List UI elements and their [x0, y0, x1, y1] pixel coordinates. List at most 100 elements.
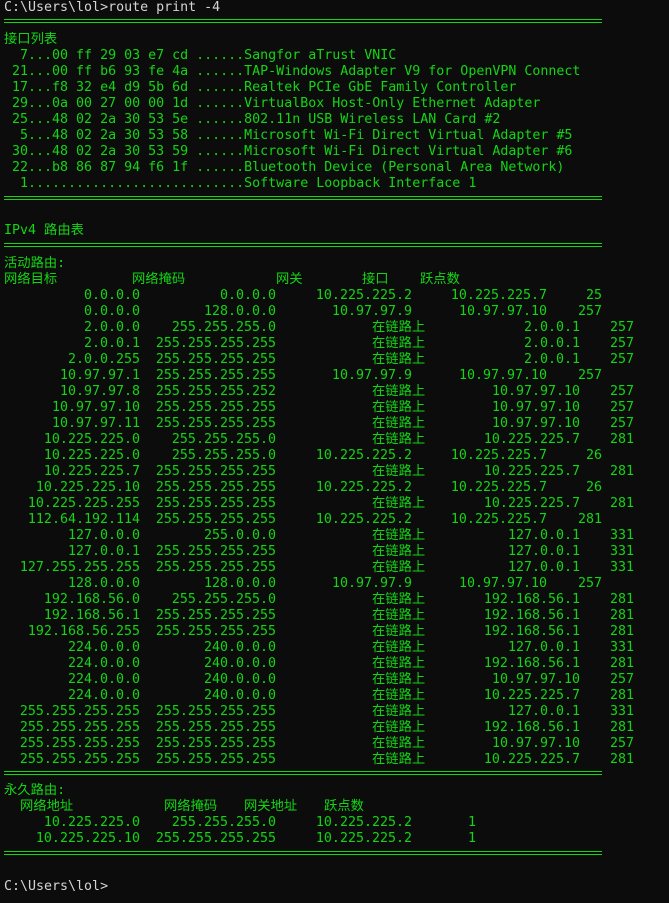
route-metric: 281: [609, 624, 634, 639]
route-destination: 2.0.0.0: [83, 320, 140, 335]
route-gateway: 在链路上: [372, 400, 426, 415]
route-gateway: 在链路上: [372, 752, 426, 767]
route-gateway: 在链路上: [372, 384, 426, 399]
route-destination: 255.255.255.255: [19, 720, 140, 735]
route-destination: 128.0.0.0: [67, 576, 140, 591]
route-gateway: 在链路上: [372, 416, 426, 431]
route-metric: 281: [609, 656, 634, 671]
route-netmask: 255.255.255.0: [171, 432, 276, 447]
route-row: 10.97.97.1 255.255.255.255 10.97.97.9 10.97…: [4, 368, 664, 384]
separator-line: [4, 851, 602, 855]
route-netmask: 255.255.255.0: [171, 448, 276, 463]
route-row: 127.0.0.1 255.255.255.255 在链路上 127.0.0.1 331: [4, 544, 664, 560]
header-interface: 接口: [362, 272, 389, 287]
route-interface: 10.225.225.7: [450, 448, 547, 463]
route-metric: 257: [609, 416, 634, 431]
route-row: 192.168.56.1 255.255.255.255 在链路上 192.168.5…: [4, 608, 664, 624]
route-netmask: 128.0.0.0: [203, 576, 276, 591]
route-netmask: 255.255.255.255: [155, 544, 276, 559]
header-metric: 跃点数: [420, 272, 460, 287]
route-netmask: 255.255.255.255: [155, 624, 276, 639]
persistent-gateway: 10.225.225.2: [315, 815, 412, 830]
route-destination: 224.0.0.0: [67, 656, 140, 671]
separator-line: [4, 771, 602, 775]
route-row: 127.0.0.0 255.0.0.0 在链路上 127.0.0.1 331: [4, 528, 664, 544]
route-gateway: 10.225.225.2: [315, 512, 412, 527]
route-interface: 10.225.225.7: [483, 496, 580, 511]
route-interface: 10.97.97.10: [491, 416, 580, 431]
persistent-network-address: 10.225.225.0: [43, 815, 140, 830]
terminal-window[interactable]: C:\Users\lol>route print -4 接口列表 7...00 …: [0, 0, 669, 903]
route-destination: 127.0.0.1: [67, 544, 140, 559]
route-netmask: 255.255.255.255: [155, 464, 276, 479]
route-destination: 255.255.255.255: [19, 752, 140, 767]
separator-line: [4, 243, 602, 247]
route-netmask: 255.255.255.255: [155, 336, 276, 351]
route-netmask: 255.255.255.255: [155, 368, 276, 383]
route-metric: 331: [609, 704, 634, 719]
final-prompt[interactable]: C:\Users\lol>: [4, 879, 108, 895]
interface-row: 17...f8 32 e4 d9 5b 6d ......Realtek PCI…: [4, 80, 517, 95]
route-netmask: 255.255.255.255: [155, 720, 276, 735]
route-metric: 257: [577, 304, 602, 319]
persistent-gateway: 10.225.225.2: [315, 831, 412, 846]
route-metric: 281: [609, 688, 634, 703]
route-gateway: 在链路上: [372, 528, 426, 543]
route-interface: 192.168.56.1: [483, 608, 580, 623]
persistent-route-row: 10.225.225.0 255.255.255.0 10.225.225.2 1: [4, 815, 664, 831]
route-metric: 281: [609, 608, 634, 623]
route-gateway: 在链路上: [372, 640, 426, 655]
route-interface: 2.0.0.1: [523, 336, 580, 351]
route-row: 192.168.56.0 255.255.255.0 在链路上 192.168.56.…: [4, 592, 664, 608]
route-interface: 10.97.97.10: [458, 576, 547, 591]
route-gateway: 10.97.97.9: [331, 304, 412, 319]
route-destination: 2.0.0.1: [83, 336, 140, 351]
route-metric: 281: [609, 592, 634, 607]
route-row: 255.255.255.255 255.255.255.255 在链路上 10.225…: [4, 752, 664, 768]
route-gateway: 在链路上: [372, 672, 426, 687]
route-destination: 0.0.0.0: [83, 304, 140, 319]
route-gateway: 在链路上: [372, 688, 426, 703]
route-netmask: 255.255.255.255: [155, 400, 276, 415]
route-interface: 10.225.225.7: [483, 752, 580, 767]
interface-row: 21...00 ff b6 93 fe 4a ......TAP-Windows…: [4, 64, 581, 79]
ipv4-route-table-title: IPv4 路由表: [4, 223, 84, 238]
route-destination: 112.64.192.114: [27, 512, 140, 527]
route-row: 10.225.225.255 255.255.255.255 在链路上 10.225.…: [4, 496, 664, 512]
route-gateway: 在链路上: [372, 352, 426, 367]
route-metric: 281: [609, 432, 634, 447]
route-netmask: 128.0.0.0: [203, 304, 276, 319]
route-gateway: 在链路上: [372, 704, 426, 719]
route-gateway: 在链路上: [372, 608, 426, 623]
route-row: 255.255.255.255 255.255.255.255 在链路上 10.97.…: [4, 736, 664, 752]
route-interface: 127.0.0.1: [507, 544, 580, 559]
header-netmask: 网络掩码: [164, 799, 218, 814]
route-netmask: 0.0.0.0: [219, 288, 276, 303]
route-interface: 10.225.225.7: [483, 464, 580, 479]
route-destination: 224.0.0.0: [67, 640, 140, 655]
route-metric: 257: [577, 576, 602, 591]
route-netmask: 240.0.0.0: [203, 672, 276, 687]
route-interface: 10.97.97.10: [491, 736, 580, 751]
persistent-netmask: 255.255.255.0: [171, 815, 276, 830]
separator-line: [4, 196, 602, 200]
route-interface: 10.225.225.7: [450, 288, 547, 303]
route-destination: 192.168.56.1: [43, 608, 140, 623]
route-gateway: 在链路上: [372, 544, 426, 559]
route-destination: 255.255.255.255: [19, 704, 140, 719]
route-metric: 257: [609, 320, 634, 335]
route-netmask: 255.255.255.255: [155, 560, 276, 575]
route-destination: 10.225.225.0: [43, 432, 140, 447]
header-metric: 跃点数: [324, 799, 364, 814]
separator-line: [4, 19, 602, 23]
route-netmask: 240.0.0.0: [203, 688, 276, 703]
route-destination: 2.0.0.255: [67, 352, 140, 367]
route-interface: 2.0.0.1: [523, 320, 580, 335]
route-destination: 224.0.0.0: [67, 688, 140, 703]
route-interface: 10.97.97.10: [458, 368, 547, 383]
route-interface: 127.0.0.1: [507, 528, 580, 543]
interface-row: 29...0a 00 27 00 00 1d ......VirtualBox …: [4, 96, 541, 111]
route-netmask: 255.255.255.255: [155, 512, 276, 527]
route-row: 127.255.255.255 255.255.255.255 在链路上 127.0.…: [4, 560, 664, 576]
route-row: 10.97.97.11 255.255.255.255 在链路上 10.97.97.1…: [4, 416, 664, 432]
